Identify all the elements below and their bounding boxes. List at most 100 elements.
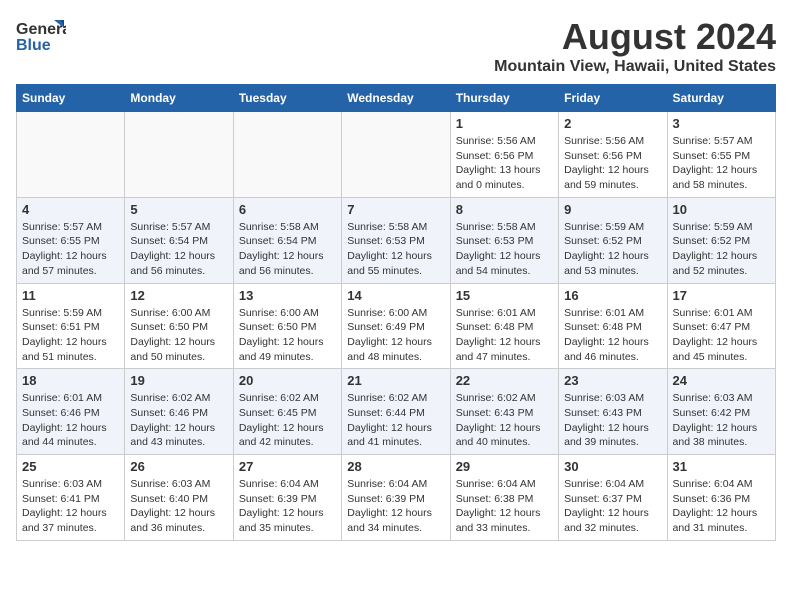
calendar-cell: 30 Sunrise: 6:04 AMSunset: 6:37 PMDayligh… [559,455,667,541]
day-info: Sunrise: 5:58 AMSunset: 6:53 PMDaylight:… [456,220,553,279]
day-info: Sunrise: 6:04 AMSunset: 6:39 PMDaylight:… [347,477,444,536]
calendar-week-row: 25 Sunrise: 6:03 AMSunset: 6:41 PMDayligh… [17,455,776,541]
day-info: Sunrise: 6:01 AMSunset: 6:48 PMDaylight:… [564,306,661,365]
day-number: 1 [456,116,553,131]
logo-icon: General Blue [16,16,66,56]
day-info: Sunrise: 5:59 AMSunset: 6:51 PMDaylight:… [22,306,119,365]
weekday-header: Sunday [17,85,125,112]
calendar-cell: 31 Sunrise: 6:04 AMSunset: 6:36 PMDayligh… [667,455,775,541]
day-number: 12 [130,288,227,303]
day-number: 26 [130,459,227,474]
calendar-cell: 9 Sunrise: 5:59 AMSunset: 6:52 PMDaylight… [559,197,667,283]
day-number: 13 [239,288,336,303]
day-info: Sunrise: 6:02 AMSunset: 6:46 PMDaylight:… [130,391,227,450]
day-info: Sunrise: 5:58 AMSunset: 6:54 PMDaylight:… [239,220,336,279]
calendar-cell: 26 Sunrise: 6:03 AMSunset: 6:40 PMDayligh… [125,455,233,541]
title-block: August 2024 Mountain View, Hawaii, Unite… [494,16,776,76]
calendar-cell: 23 Sunrise: 6:03 AMSunset: 6:43 PMDayligh… [559,369,667,455]
calendar-cell: 28 Sunrise: 6:04 AMSunset: 6:39 PMDayligh… [342,455,450,541]
location-title: Mountain View, Hawaii, United States [494,58,776,76]
weekday-header: Monday [125,85,233,112]
calendar-cell: 29 Sunrise: 6:04 AMSunset: 6:38 PMDayligh… [450,455,558,541]
day-number: 29 [456,459,553,474]
day-info: Sunrise: 5:56 AMSunset: 6:56 PMDaylight:… [456,134,553,193]
day-info: Sunrise: 6:04 AMSunset: 6:38 PMDaylight:… [456,477,553,536]
day-number: 3 [673,116,770,131]
day-info: Sunrise: 6:04 AMSunset: 6:39 PMDaylight:… [239,477,336,536]
calendar-cell: 3 Sunrise: 5:57 AMSunset: 6:55 PMDaylight… [667,112,775,198]
day-number: 30 [564,459,661,474]
day-info: Sunrise: 6:04 AMSunset: 6:36 PMDaylight:… [673,477,770,536]
day-number: 27 [239,459,336,474]
day-number: 15 [456,288,553,303]
calendar-cell: 20 Sunrise: 6:02 AMSunset: 6:45 PMDayligh… [233,369,341,455]
day-info: Sunrise: 6:03 AMSunset: 6:40 PMDaylight:… [130,477,227,536]
calendar-cell: 1 Sunrise: 5:56 AMSunset: 6:56 PMDaylight… [450,112,558,198]
day-info: Sunrise: 6:02 AMSunset: 6:43 PMDaylight:… [456,391,553,450]
day-number: 25 [22,459,119,474]
calendar-cell: 24 Sunrise: 6:03 AMSunset: 6:42 PMDayligh… [667,369,775,455]
calendar-cell: 10 Sunrise: 5:59 AMSunset: 6:52 PMDayligh… [667,197,775,283]
day-number: 19 [130,373,227,388]
day-info: Sunrise: 5:57 AMSunset: 6:54 PMDaylight:… [130,220,227,279]
day-info: Sunrise: 6:01 AMSunset: 6:48 PMDaylight:… [456,306,553,365]
day-info: Sunrise: 5:59 AMSunset: 6:52 PMDaylight:… [673,220,770,279]
calendar-cell: 12 Sunrise: 6:00 AMSunset: 6:50 PMDayligh… [125,283,233,369]
day-number: 2 [564,116,661,131]
day-info: Sunrise: 6:02 AMSunset: 6:45 PMDaylight:… [239,391,336,450]
calendar-cell: 8Sunrise: 5:58 AMSunset: 6:53 PMDaylight… [450,197,558,283]
weekday-header: Wednesday [342,85,450,112]
weekday-header: Tuesday [233,85,341,112]
logo: General Blue [16,16,70,56]
calendar-cell: 16 Sunrise: 6:01 AMSunset: 6:48 PMDayligh… [559,283,667,369]
calendar-cell: 2Sunrise: 5:56 AMSunset: 6:56 PMDaylight… [559,112,667,198]
day-number: 10 [673,202,770,217]
day-number: 9 [564,202,661,217]
calendar-cell: 14Sunrise: 6:00 AMSunset: 6:49 PMDayligh… [342,283,450,369]
calendar-cell [233,112,341,198]
calendar-cell [342,112,450,198]
day-number: 31 [673,459,770,474]
day-number: 5 [130,202,227,217]
day-info: Sunrise: 6:01 AMSunset: 6:46 PMDaylight:… [22,391,119,450]
day-info: Sunrise: 6:01 AMSunset: 6:47 PMDaylight:… [673,306,770,365]
day-number: 20 [239,373,336,388]
calendar-cell: 6 Sunrise: 5:58 AMSunset: 6:54 PMDaylight… [233,197,341,283]
day-info: Sunrise: 6:02 AMSunset: 6:44 PMDaylight:… [347,391,444,450]
day-info: Sunrise: 5:59 AMSunset: 6:52 PMDaylight:… [564,220,661,279]
calendar-week-row: 1 Sunrise: 5:56 AMSunset: 6:56 PMDaylight… [17,112,776,198]
month-year-title: August 2024 [494,16,776,58]
calendar-week-row: 4 Sunrise: 5:57 AMSunset: 6:55 PMDaylight… [17,197,776,283]
day-number: 18 [22,373,119,388]
page-header: General Blue August 2024 Mountain View, … [16,16,776,76]
day-number: 28 [347,459,444,474]
calendar-cell: 7Sunrise: 5:58 AMSunset: 6:53 PMDaylight… [342,197,450,283]
day-info: Sunrise: 6:03 AMSunset: 6:43 PMDaylight:… [564,391,661,450]
day-number: 4 [22,202,119,217]
day-number: 16 [564,288,661,303]
calendar-header-row: SundayMondayTuesdayWednesdayThursdayFrid… [17,85,776,112]
day-number: 22 [456,373,553,388]
calendar-cell: 21 Sunrise: 6:02 AMSunset: 6:44 PMDayligh… [342,369,450,455]
day-info: Sunrise: 6:03 AMSunset: 6:41 PMDaylight:… [22,477,119,536]
calendar-cell [17,112,125,198]
day-info: Sunrise: 6:00 AMSunset: 6:50 PMDaylight:… [130,306,227,365]
calendar-week-row: 18 Sunrise: 6:01 AMSunset: 6:46 PMDayligh… [17,369,776,455]
calendar-table: SundayMondayTuesdayWednesdayThursdayFrid… [16,84,776,541]
calendar-cell: 13Sunrise: 6:00 AMSunset: 6:50 PMDayligh… [233,283,341,369]
calendar-cell: 27 Sunrise: 6:04 AMSunset: 6:39 PMDayligh… [233,455,341,541]
calendar-cell: 17 Sunrise: 6:01 AMSunset: 6:47 PMDayligh… [667,283,775,369]
day-info: Sunrise: 6:04 AMSunset: 6:37 PMDaylight:… [564,477,661,536]
day-info: Sunrise: 5:57 AMSunset: 6:55 PMDaylight:… [673,134,770,193]
calendar-cell: 19 Sunrise: 6:02 AMSunset: 6:46 PMDayligh… [125,369,233,455]
day-info: Sunrise: 6:03 AMSunset: 6:42 PMDaylight:… [673,391,770,450]
day-number: 24 [673,373,770,388]
calendar-cell: 22 Sunrise: 6:02 AMSunset: 6:43 PMDayligh… [450,369,558,455]
day-number: 21 [347,373,444,388]
weekday-header: Friday [559,85,667,112]
day-number: 17 [673,288,770,303]
calendar-cell: 15 Sunrise: 6:01 AMSunset: 6:48 PMDayligh… [450,283,558,369]
day-number: 6 [239,202,336,217]
day-number: 23 [564,373,661,388]
day-info: Sunrise: 5:57 AMSunset: 6:55 PMDaylight:… [22,220,119,279]
